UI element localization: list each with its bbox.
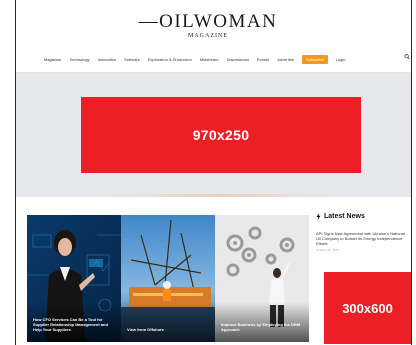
article-1-title[interactable]: How CFO Services Can Be a Tool for Suppl… — [33, 317, 117, 332]
nav-advertise[interactable]: Advertise — [277, 57, 294, 62]
nav-midstream[interactable]: Midstream — [200, 57, 219, 62]
featured-articles: How CFO Services Can Be a Tool for Suppl… — [27, 215, 309, 342]
leaderboard-ad[interactable]: 970x250 — [81, 97, 361, 173]
subscribe-button[interactable]: Subscribe — [301, 55, 328, 64]
logo-wordmark: —OILWOMAN — [138, 11, 278, 32]
nav-downstream[interactable]: Downstream — [227, 57, 249, 62]
nav-exploration-production[interactable]: Exploration & Production — [148, 57, 192, 62]
nav-login[interactable]: Login — [336, 57, 346, 62]
bolt-icon — [316, 213, 321, 220]
nav-events[interactable]: Events — [257, 57, 269, 62]
site-logo[interactable]: —OILWOMAN MAGAZINE — [0, 11, 416, 40]
article-3-title[interactable]: Improve Business by Employing the DRM Ap… — [221, 322, 305, 332]
nav-software[interactable]: Software — [124, 57, 140, 62]
article-2-shade — [121, 302, 215, 342]
news-item-title[interactable]: API Signs New Agreement with Ukraine's N… — [316, 231, 410, 246]
latest-news-title: Latest News — [324, 213, 365, 220]
sidebar-ad[interactable]: 300x600 — [324, 272, 411, 344]
page-frame-right — [411, 0, 412, 345]
leaderboard-ad-label: 970x250 — [192, 127, 250, 143]
nav-magazine[interactable]: Magazine — [44, 57, 61, 62]
nav-innovation[interactable]: Innovation — [98, 57, 116, 62]
featured-article-3[interactable]: Improve Business by Employing the DRM Ap… — [215, 215, 309, 342]
sidebar-ad-label: 300x600 — [342, 300, 393, 316]
article-2-title[interactable]: View from Offshore — [127, 327, 211, 332]
main-nav: Magazine Technology Innovation Software … — [44, 55, 346, 64]
nav-technology[interactable]: Technology — [69, 57, 89, 62]
logo-subtitle: MAGAZINE — [188, 33, 228, 39]
latest-news-sidebar: Latest News API Signs New Agreement with… — [316, 213, 411, 252]
featured-article-1[interactable]: How CFO Services Can Be a Tool for Suppl… — [27, 215, 121, 342]
search-icon[interactable] — [404, 53, 410, 61]
decorative-glow — [100, 194, 340, 197]
featured-article-2[interactable]: View from Offshore — [121, 215, 215, 342]
latest-news-heading: Latest News — [316, 213, 411, 220]
news-item-date: October 00, 2023 — [316, 248, 340, 252]
